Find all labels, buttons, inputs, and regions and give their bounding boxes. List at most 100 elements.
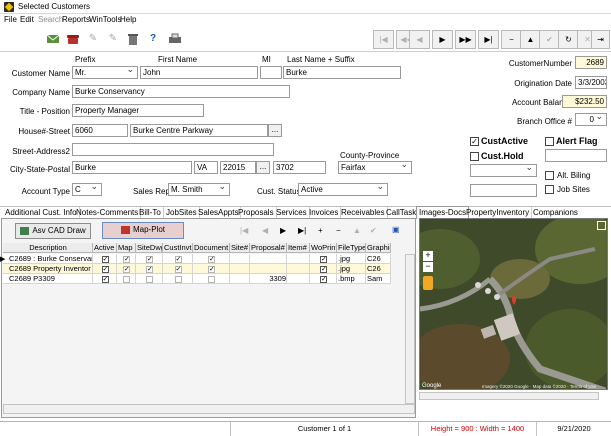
nav-refresh-button[interactable]: ↻ [558,30,579,49]
alt-billing-checkbox[interactable] [545,171,554,180]
map-zoom-in-button[interactable]: + [423,251,433,261]
grid-image-icon[interactable]: ▣ [392,225,400,234]
cell-item[interactable] [287,274,310,284]
cell-item[interactable] [287,264,310,274]
cell-checkbox[interactable]: ✓ [174,255,182,263]
cust-hold-checkbox[interactable] [470,152,479,161]
cell-checkbox[interactable] [208,275,215,283]
mi-field[interactable] [260,66,282,79]
nav-edit-button[interactable]: ✔ [539,30,560,49]
map-view[interactable]: + − Google Imagery ©2020 Google · Map da… [419,218,608,390]
grid-last-icon[interactable]: ▶| [298,226,306,235]
street-field[interactable]: Burke Centre Parkway [130,124,268,137]
cell-checkbox[interactable]: ✓ [320,275,327,283]
sales-rep-select[interactable]: M. Smith [168,183,230,196]
alert-flag-field[interactable] [545,149,607,162]
cell-filetype[interactable]: .jpg [337,264,366,274]
house-number-field[interactable]: 6060 [72,124,128,137]
origination-date-field[interactable]: 3/3/2003 [575,76,607,89]
nav-next-page-button[interactable]: ▶▶ [455,30,476,49]
title-position-field[interactable]: Property Manager [72,104,204,117]
cust-status-select[interactable]: Active [298,183,388,196]
print-icon[interactable] [168,32,182,46]
nav-next-button[interactable]: ▶ [432,30,453,49]
grid-edit-icon[interactable]: ▲ [353,226,361,235]
cell-description[interactable]: C2689 P3309 [3,274,93,284]
cell-filetype[interactable]: .bmp [337,274,366,284]
cell-checkbox[interactable]: ✓ [320,265,327,273]
cell-proposal[interactable] [250,264,287,274]
zip-ext-field[interactable]: 3702 [273,161,326,174]
cell-checkbox[interactable]: ✓ [101,265,109,273]
cell-site[interactable] [230,264,250,274]
cell-checkbox[interactable]: ✓ [123,265,130,273]
menu-reports[interactable]: Reports [62,15,90,24]
cell-graphic[interactable]: Sam [366,274,391,284]
cell-checkbox[interactable] [123,275,130,283]
menu-wintools[interactable]: WinTools [89,15,121,24]
asv-cad-draw-button[interactable]: Asv CAD Draw [15,223,91,239]
help-icon[interactable]: ? [146,32,160,46]
cell-graphic[interactable]: C26 [366,254,391,264]
cust-active-checkbox[interactable]: ✓ [470,137,479,146]
cell-site[interactable] [230,274,250,284]
map-plot-button[interactable]: Map-Plot [102,222,184,239]
cell-checkbox[interactable] [146,275,153,283]
nav-delete-button[interactable]: ▲ [520,30,541,49]
grid-delete-icon[interactable]: − [336,226,341,235]
street-address2-field[interactable] [72,143,274,156]
cell-graphic[interactable]: C26 [366,264,391,274]
menu-search[interactable]: Search [38,15,63,24]
grid-next-icon[interactable]: ▶ [280,226,286,235]
cell-proposal[interactable]: 3309 [250,274,287,284]
tools-icon[interactable]: ✎ [106,32,120,46]
trash-icon[interactable] [126,32,140,46]
menu-file[interactable]: File [4,15,17,24]
cell-checkbox[interactable]: ✓ [146,265,153,273]
city-field[interactable]: Burke [72,161,192,174]
cell-checkbox[interactable]: ✓ [101,255,109,263]
grid-first-icon[interactable]: |◀ [240,226,248,235]
cell-proposal[interactable] [250,254,287,264]
nav-prev-button[interactable]: ◀ [409,30,430,49]
phone-icon[interactable] [66,32,80,46]
email-icon[interactable] [46,32,60,46]
street-view-icon[interactable] [423,276,433,290]
cell-description[interactable]: C2689 : Burke Conservan [3,254,93,264]
table-vertical-scrollbar[interactable] [405,254,415,404]
zip-field[interactable]: 22015 [220,161,256,174]
grid-add-icon[interactable]: + [318,226,323,235]
company-name-field[interactable]: Burke Conservancy [72,85,290,98]
cell-description[interactable]: C2689 Property Inventor [3,264,93,274]
cell-site[interactable] [230,254,250,264]
cell-checkbox[interactable]: ✓ [208,265,215,273]
cell-filetype[interactable]: .jpg [337,254,366,264]
cell-checkbox[interactable]: ✓ [101,275,109,283]
cell-checkbox[interactable] [174,275,182,283]
first-name-field[interactable]: John [140,66,258,79]
account-type-select[interactable]: C [72,183,102,196]
alert-flag-checkbox[interactable] [545,137,554,146]
state-field[interactable]: VA [194,161,218,174]
grid-post-icon[interactable]: ✔ [370,226,377,235]
street-lookup-button[interactable]: ... [268,124,282,137]
branch-office-select[interactable]: 0 [575,113,607,126]
nav-last-button[interactable]: ▶| [478,30,499,49]
prefix-select[interactable]: Mr. [72,66,138,79]
cell-checkbox[interactable]: ✓ [146,255,153,263]
zip-lookup-button[interactable]: ... [256,161,270,174]
table-horizontal-scrollbar[interactable] [3,404,415,414]
menu-help[interactable]: Help [120,15,136,24]
nav-first-button[interactable]: |◀ [373,30,394,49]
map-scrollbar[interactable] [419,392,599,400]
nav-exit-button[interactable]: ⇥ [591,30,610,49]
menu-edit[interactable]: Edit [20,15,34,24]
hold-reason-select[interactable] [470,164,537,177]
cell-checkbox[interactable]: ✓ [208,255,215,263]
last-name-field[interactable]: Burke [283,66,401,79]
map-fullscreen-icon[interactable] [597,221,606,230]
county-select[interactable]: Fairfax [338,161,412,174]
nav-add-button[interactable]: − [501,30,522,49]
cell-checkbox[interactable]: ✓ [320,255,327,263]
cell-checkbox[interactable]: ✓ [174,265,182,273]
